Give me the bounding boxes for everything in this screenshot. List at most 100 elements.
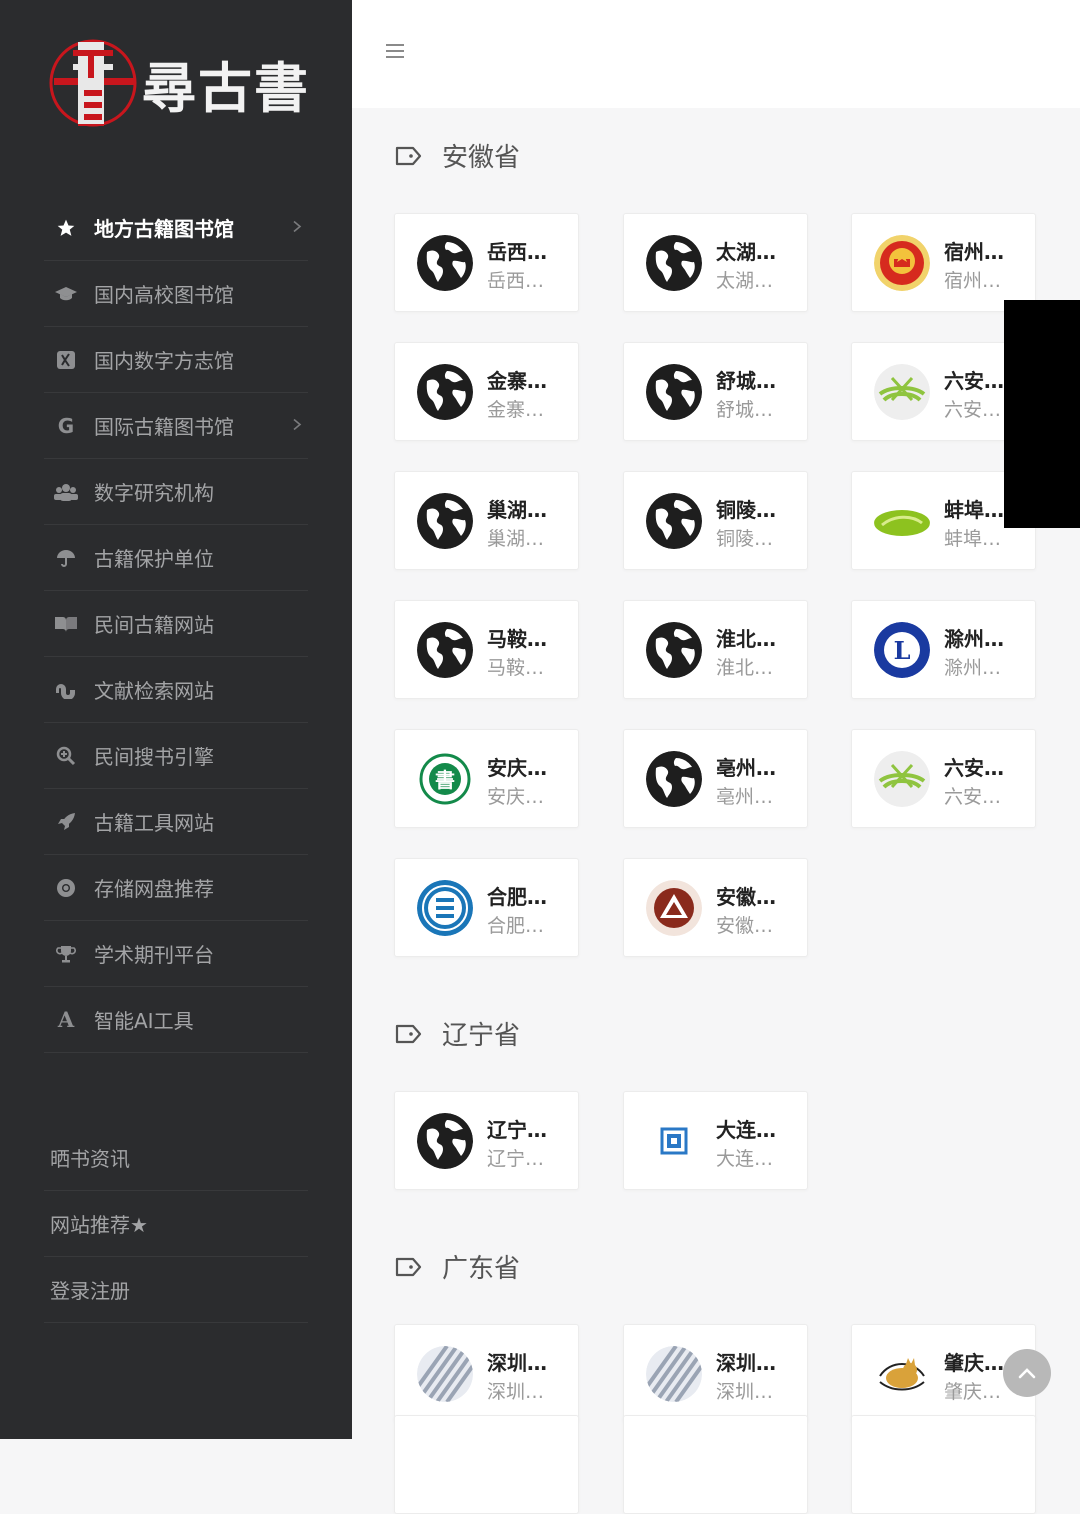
sidebar-item-4[interactable]: 数字研究机构 xyxy=(44,459,308,525)
sidebar-item-label: 智能AI工具 xyxy=(94,1009,194,1033)
card-subtitle: 淮北市图书馆 xyxy=(716,657,776,679)
library-card[interactable]: 岳西县图书馆岳西县图书馆 xyxy=(394,213,579,312)
library-card[interactable]: 辽宁省图书馆辽宁省图书馆 xyxy=(394,1091,579,1190)
library-card[interactable]: 马鞍山市图书馆马鞍山市图书馆 xyxy=(394,600,579,699)
sidebar-item-label: 民间搜书引擎 xyxy=(94,745,214,769)
card-title: 马鞍山市图书馆 xyxy=(487,627,547,651)
section-title-label: 辽宁省 xyxy=(442,1021,521,1051)
card-title: 大连图书馆 xyxy=(716,1118,776,1142)
sidebar-item-label: 学术期刊平台 xyxy=(94,943,214,967)
sidebar-item-3[interactable]: G 国际古籍图书馆 xyxy=(44,393,308,459)
sidebar-item-10[interactable]: 存储网盘推荐 xyxy=(44,855,308,921)
section-title-label: 广东省 xyxy=(442,1254,521,1284)
library-card[interactable]: 金寨县图书馆金寨县图书馆 xyxy=(394,342,579,441)
library-card[interactable]: 大连图书馆大连图书馆 xyxy=(623,1091,808,1190)
sidebar-item-1[interactable]: 国内高校图书馆 xyxy=(44,261,308,327)
section-title: 辽宁省 xyxy=(394,1015,520,1052)
green-book-logo-icon xyxy=(874,364,930,420)
library-card[interactable]: L 滁州市图书馆滁州市图书馆 xyxy=(851,600,1036,699)
tag-icon xyxy=(394,1023,432,1045)
tag-icon xyxy=(394,1256,432,1278)
striped-placeholder-icon xyxy=(417,1346,473,1402)
sidebar-item-6[interactable]: 民间古籍网站 xyxy=(44,591,308,657)
back-to-top-button[interactable] xyxy=(1003,1349,1051,1397)
library-card[interactable]: 亳州市图书馆亳州市图书馆 xyxy=(623,729,808,828)
library-card-partial[interactable] xyxy=(623,1415,808,1514)
globe-icon xyxy=(646,622,702,678)
card-title: 岳西县图书馆 xyxy=(487,240,547,264)
card-title: 辽宁省图书馆 xyxy=(487,1118,547,1142)
library-card-partial[interactable] xyxy=(851,1415,1036,1514)
sidebar-item-5[interactable]: 古籍保护单位 xyxy=(44,525,308,591)
library-card[interactable]: 宿州市图书馆宿州市图书馆 xyxy=(851,213,1036,312)
card-title: 金寨县图书馆 xyxy=(487,369,547,393)
card-title: 宿州市图书馆 xyxy=(944,240,1004,264)
sidebar-item-label: 国内高校图书馆 xyxy=(94,283,234,307)
sidebar-secondary-item-0[interactable]: 晒书资讯 xyxy=(44,1125,308,1191)
sidebar-secondary-item-2[interactable]: 登录注册 xyxy=(44,1257,308,1323)
globe-icon xyxy=(646,235,702,291)
site-logo[interactable]: 尋古書 xyxy=(48,36,318,132)
library-card[interactable]: 太湖县图书馆太湖县图书馆 xyxy=(623,213,808,312)
card-subtitle: 大连图书馆 xyxy=(716,1148,776,1170)
section-title: 广东省 xyxy=(394,1248,520,1285)
card-title: 淮北市图书馆 xyxy=(716,627,776,651)
chevron-up-icon xyxy=(1018,1368,1036,1379)
card-subtitle: 宿州市图书馆 xyxy=(944,270,1004,292)
font-a-icon: A xyxy=(57,1007,75,1032)
dalian-library-logo-icon xyxy=(646,1113,702,1169)
sidebar-item-9[interactable]: 古籍工具网站 xyxy=(44,789,308,855)
chevron-right-icon xyxy=(292,415,302,436)
sidebar-item-8[interactable]: 民间搜书引擎 xyxy=(44,723,308,789)
card-title: 深圳大学图书馆 xyxy=(716,1351,776,1375)
sidebar-item-0[interactable]: 地方古籍图书馆 xyxy=(44,195,308,261)
blue-l-logo-icon: L xyxy=(874,622,930,678)
library-card[interactable]: 書安庆市图书馆安庆市图书馆 xyxy=(394,729,579,828)
hamburger-icon[interactable] xyxy=(386,44,406,62)
section-title-label: 安徽省 xyxy=(442,143,521,173)
card-subtitle: 深圳图书馆 xyxy=(487,1381,547,1403)
striped-placeholder-icon xyxy=(646,1346,702,1402)
card-title: 肇庆市图书馆 xyxy=(944,1351,1004,1375)
sidebar-item-label: 古籍保护单位 xyxy=(94,547,214,571)
top-header xyxy=(352,0,1080,108)
library-card[interactable]: 深圳图书馆深圳图书馆 xyxy=(394,1324,579,1423)
library-card[interactable]: 合肥市图书馆合肥市图书馆 xyxy=(394,858,579,957)
card-subtitle: 舒城县图书馆 xyxy=(716,399,776,421)
card-subtitle: 肇庆市图书馆 xyxy=(944,1381,1004,1403)
sidebar-item-12[interactable]: A 智能AI工具 xyxy=(44,987,308,1053)
sidebar-item-label: 古籍工具网站 xyxy=(94,811,214,835)
card-title: 铜陵市图书馆 xyxy=(716,498,776,522)
chrome-icon xyxy=(48,878,84,898)
card-title: 蚌埠市图书馆 xyxy=(944,498,1004,522)
sidebar-item-11[interactable]: 学术期刊平台 xyxy=(44,921,308,987)
library-card[interactable]: 巢湖市图书馆巢湖市图书馆 xyxy=(394,471,579,570)
stumbleupon-icon xyxy=(48,681,84,699)
card-subtitle: 岳西县图书馆 xyxy=(487,270,547,292)
sidebar-item-7[interactable]: 文献检索网站 xyxy=(44,657,308,723)
sidebar-secondary-item-1[interactable]: 网站推荐★ xyxy=(44,1191,308,1257)
library-card[interactable]: 安徽省图书馆安徽省图书馆 xyxy=(623,858,808,957)
card-title: 安庆市图书馆 xyxy=(487,756,547,780)
users-icon xyxy=(48,482,84,502)
library-card[interactable]: 淮北市图书馆淮北市图书馆 xyxy=(623,600,808,699)
card-subtitle: 蚌埠市图书馆 xyxy=(944,528,1004,550)
card-subtitle: 安庆市图书馆 xyxy=(487,786,547,808)
card-subtitle: 滁州市图书馆 xyxy=(944,657,1004,679)
card-title: 深圳图书馆 xyxy=(487,1351,547,1375)
card-title: 六安市图书馆 xyxy=(944,756,1004,780)
card-title: 舒城县图书馆 xyxy=(716,369,776,393)
library-card[interactable]: 舒城县图书馆舒城县图书馆 xyxy=(623,342,808,441)
card-title: 安徽省图书馆 xyxy=(716,885,776,909)
rocket-icon xyxy=(48,812,84,832)
card-title: 太湖县图书馆 xyxy=(716,240,776,264)
logo-text: 尋古書 xyxy=(142,56,310,120)
card-subtitle: 六安市图书馆 xyxy=(944,399,1004,421)
library-card-partial[interactable] xyxy=(394,1415,579,1514)
globe-icon xyxy=(646,751,702,807)
sidebar-item-2[interactable]: 国内数字方志馆 xyxy=(44,327,308,393)
library-card[interactable]: 深圳大学图书馆深圳大学图书馆 xyxy=(623,1324,808,1423)
library-card[interactable]: 六安市图书馆六安市图书馆 xyxy=(851,729,1036,828)
card-subtitle: 金寨县图书馆 xyxy=(487,399,547,421)
library-card[interactable]: 铜陵市图书馆铜陵市图书馆 xyxy=(623,471,808,570)
